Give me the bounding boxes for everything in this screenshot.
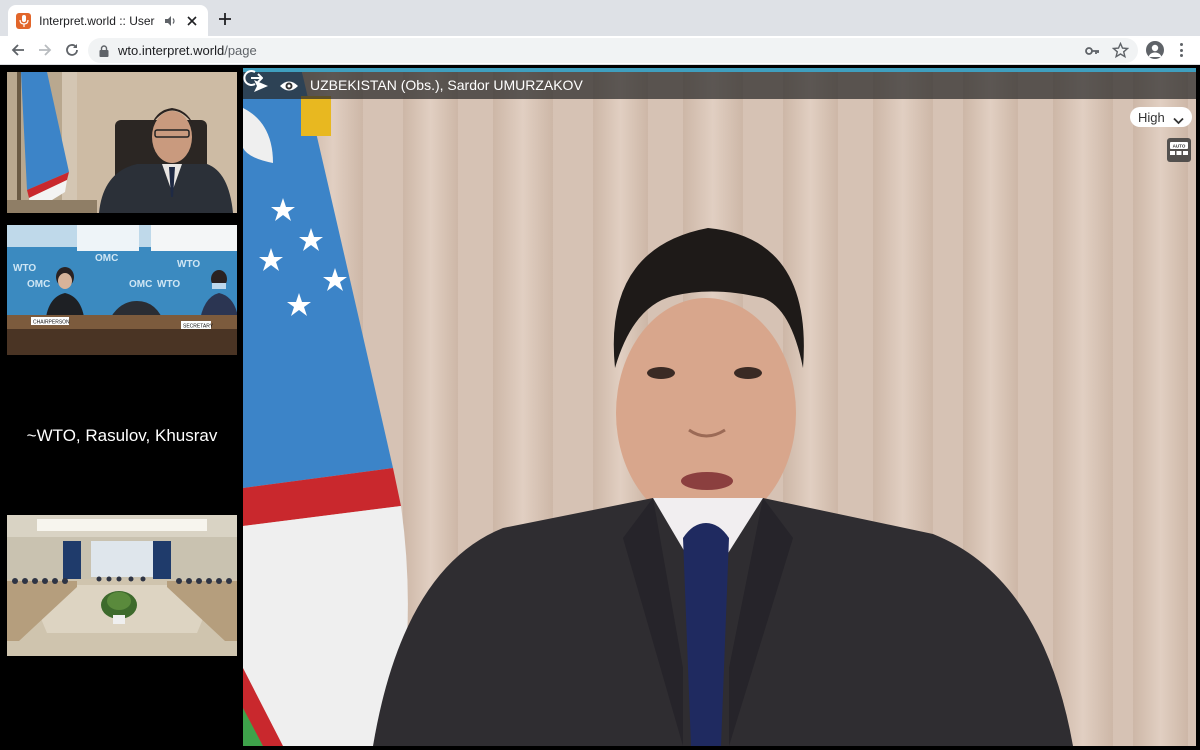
browser-tab-strip: Interpret.world :: User Inter [0, 0, 1200, 36]
reload-icon[interactable] [63, 41, 81, 59]
wto-sign-3: WTO [177, 259, 200, 270]
chevron-down-icon [1173, 113, 1184, 125]
forward-arrow-icon[interactable] [36, 41, 54, 59]
omc-sign: OMC [95, 253, 118, 264]
lock-icon[interactable] [98, 44, 110, 57]
speaker-name: UZBEKISTAN (Obs.), Sardor UMURZAKOV [310, 77, 583, 93]
auto-layout-button[interactable]: AUTO [1167, 138, 1191, 162]
eye-icon[interactable] [279, 77, 299, 95]
url-domain: wto.interpret.world [118, 43, 225, 58]
wto-sign-2: WTO [157, 279, 180, 290]
main-video-frame [243, 68, 1196, 746]
new-tab-icon[interactable] [216, 10, 234, 28]
auto-layout-icon: AUTO [1170, 142, 1188, 155]
browser-tab[interactable]: Interpret.world :: User Inter [8, 5, 208, 36]
account-avatar-icon[interactable] [1146, 41, 1164, 59]
back-arrow-icon[interactable] [9, 41, 27, 59]
participant-name-label: ~WTO, Rasulov, Khusrav [26, 426, 218, 445]
url-path: /page [224, 43, 257, 58]
browser-menu-icon[interactable] [1176, 41, 1186, 59]
participant-video-thumbnail-1[interactable] [7, 72, 237, 213]
url-text: wto.interpret.world/page [118, 43, 257, 58]
auto-label: AUTO [1173, 144, 1186, 149]
quality-selected-value: High [1138, 109, 1165, 125]
secretary-sign: SECRETARY [183, 324, 214, 330]
tab-title: Interpret.world :: User Inter [39, 13, 157, 28]
speaker-icon[interactable] [163, 14, 177, 28]
key-icon[interactable] [1084, 43, 1100, 59]
bookmark-star-icon[interactable] [1111, 41, 1130, 59]
quality-select[interactable]: High [1130, 107, 1192, 127]
speaker-bar: UZBEKISTAN (Obs.), Sardor UMURZAKOV [243, 72, 1196, 99]
wto-sign: WTO [13, 263, 36, 274]
omc-sign-3: OMC [129, 279, 152, 290]
participant-video-thumbnail-4[interactable] [7, 515, 237, 656]
browser-toolbar: wto.interpret.world/page [0, 36, 1200, 65]
close-tab-icon[interactable] [185, 13, 200, 29]
main-video[interactable]: UZBEKISTAN (Obs.), Sardor UMURZAKOV High… [243, 68, 1196, 746]
conference-page: WTO OMC OMC OMC WTO WTO CHAIRPERSON SECR… [0, 66, 1200, 750]
omc-sign-2: OMC [27, 279, 50, 290]
exit-icon[interactable] [243, 68, 264, 93]
chairperson-sign: CHAIRPERSON [33, 320, 70, 326]
address-bar[interactable]: wto.interpret.world/page [88, 38, 1138, 63]
microphone-icon [16, 12, 32, 29]
participant-video-thumbnail-2[interactable]: WTO OMC OMC OMC WTO WTO CHAIRPERSON SECR… [7, 225, 237, 355]
